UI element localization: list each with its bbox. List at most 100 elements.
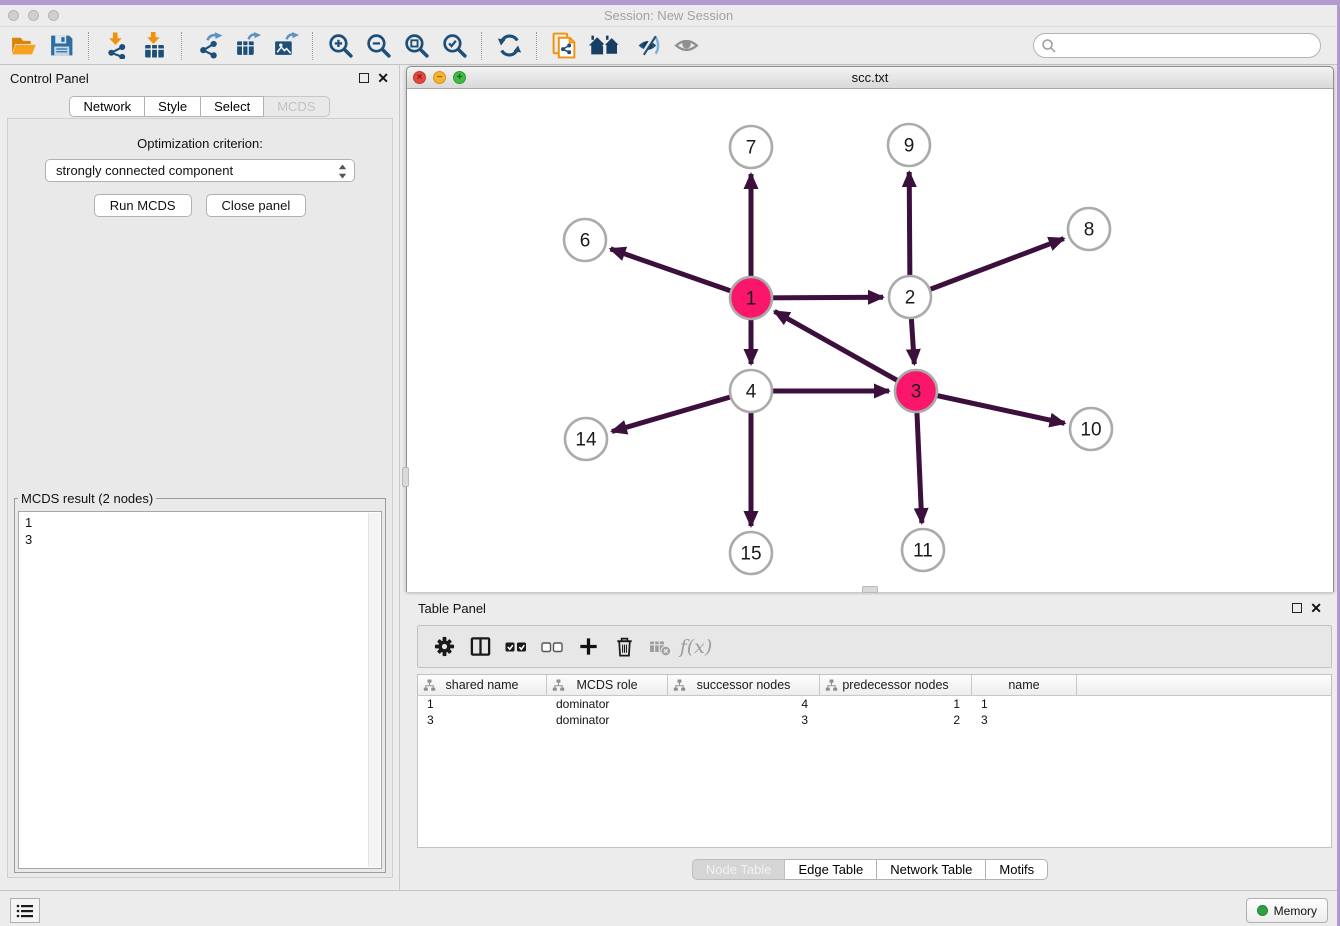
save-session-button[interactable]	[45, 30, 77, 62]
optimization-criterion-label: Optimization criterion:	[8, 136, 392, 151]
table-row[interactable]: 1dominator411	[418, 696, 1331, 712]
status-bar: Memory	[0, 890, 1337, 926]
control-panel-title: Control Panel	[10, 71, 89, 86]
tab-select[interactable]: Select	[201, 96, 264, 117]
export-image-button[interactable]	[269, 30, 301, 62]
graph-node-label: 3	[911, 382, 922, 403]
graph-edge[interactable]	[775, 311, 917, 391]
column-header-name[interactable]: name	[972, 675, 1077, 695]
network-graph[interactable]: 7968124314101511	[407, 89, 1333, 592]
graph-edge[interactable]	[611, 249, 752, 298]
graph-node-label: 4	[746, 382, 757, 403]
mcds-panel: Optimization criterion: strongly connect…	[7, 118, 393, 878]
import-network-button[interactable]	[100, 30, 132, 62]
tab-mcds[interactable]: MCDS	[264, 96, 329, 117]
select-all-button[interactable]	[498, 629, 534, 665]
graph-edge[interactable]	[910, 239, 1064, 297]
task-history-button[interactable]	[10, 898, 40, 923]
tab-edge-table[interactable]: Edge Table	[785, 859, 877, 880]
table-cell[interactable]: 1	[820, 697, 972, 711]
graph-node-label: 2	[905, 288, 916, 309]
table-cell[interactable]: 3	[972, 713, 1077, 727]
list-icon	[16, 903, 34, 919]
home-button[interactable]	[586, 30, 626, 62]
mcds-result-box: MCDS result (2 nodes) 13	[14, 491, 386, 873]
graph-node-label: 8	[1084, 220, 1095, 241]
table-cell[interactable]: 4	[668, 697, 820, 711]
refresh-network-button[interactable]	[493, 30, 525, 62]
close-panel-button[interactable]: ✕	[377, 73, 389, 83]
column-header-shared-name[interactable]: shared name	[418, 675, 547, 695]
network-canvas[interactable]: 7968124314101511	[407, 89, 1333, 592]
open-session-button[interactable]	[7, 30, 39, 62]
zoom-selected-button[interactable]	[438, 30, 470, 62]
tab-network[interactable]: Network	[69, 96, 145, 117]
close-table-panel-button[interactable]: ✕	[1310, 603, 1322, 613]
delete-table-icon	[648, 635, 672, 659]
graph-edge[interactable]	[916, 391, 1065, 423]
column-type-icon	[825, 679, 838, 695]
node-table-body: 1dominator4113dominator323	[418, 696, 1331, 728]
delete-column-button[interactable]	[606, 629, 642, 665]
float-panel-button[interactable]	[359, 73, 369, 83]
table-cell[interactable]: 3	[418, 713, 547, 727]
float-table-panel-button[interactable]	[1292, 603, 1302, 613]
table-cell[interactable]: dominator	[547, 697, 668, 711]
export-network-button[interactable]	[193, 30, 225, 62]
hide-network-view-button[interactable]	[632, 30, 664, 62]
chevron-up-down-icon	[338, 164, 347, 182]
close-panel-button-2[interactable]: Close panel	[206, 194, 307, 217]
export-image-icon	[272, 32, 299, 59]
toolbar-separator	[536, 32, 537, 60]
table-panel-title: Table Panel	[418, 601, 486, 616]
export-table-button[interactable]	[231, 30, 263, 62]
hide-eye-icon	[635, 32, 662, 59]
checked-boxes-icon	[504, 635, 528, 659]
tab-network-table[interactable]: Network Table	[877, 859, 986, 880]
column-header-successor-nodes[interactable]: successor nodes	[668, 675, 820, 695]
memory-button[interactable]: Memory	[1246, 898, 1328, 923]
table-panel: Table Panel ✕	[406, 595, 1334, 888]
import-table-button[interactable]	[138, 30, 170, 62]
table-settings-button[interactable]	[426, 629, 462, 665]
eye-icon	[673, 32, 700, 59]
clone-network-button[interactable]	[548, 30, 580, 62]
zoom-fit-button[interactable]	[400, 30, 432, 62]
table-cell[interactable]: dominator	[547, 713, 668, 727]
tab-node-table[interactable]: Node Table	[692, 859, 786, 880]
table-row[interactable]: 3dominator323	[418, 712, 1331, 728]
search-input[interactable]	[1061, 36, 1320, 56]
graph-node-label: 9	[904, 136, 915, 157]
delete-table-button[interactable]	[642, 629, 678, 665]
zoom-selected-icon	[441, 32, 468, 59]
search-box[interactable]	[1033, 33, 1321, 58]
criterion-select[interactable]: strongly connected component	[45, 159, 355, 182]
graph-node-label: 6	[580, 231, 591, 252]
show-network-view-button[interactable]	[670, 30, 702, 62]
show-column-panel-button[interactable]	[462, 629, 498, 665]
table-cell[interactable]: 1	[418, 697, 547, 711]
graph-node-label: 10	[1080, 420, 1101, 441]
vertical-splitter-grip[interactable]	[402, 467, 409, 487]
table-cell[interactable]: 3	[668, 713, 820, 727]
mcds-result-area[interactable]: 13	[18, 511, 382, 869]
save-icon	[48, 32, 75, 59]
column-header-MCDS-role[interactable]: MCDS role	[547, 675, 668, 695]
table-cell[interactable]: 2	[820, 713, 972, 727]
zoom-out-button[interactable]	[362, 30, 394, 62]
run-mcds-button[interactable]: Run MCDS	[94, 194, 192, 217]
mcds-result-line: 3	[25, 531, 375, 548]
function-builder-button[interactable]: f(x)	[678, 629, 714, 665]
add-column-button[interactable]	[570, 629, 606, 665]
tab-style[interactable]: Style	[145, 96, 201, 117]
zoom-in-button[interactable]	[324, 30, 356, 62]
tab-motifs[interactable]: Motifs	[986, 859, 1048, 880]
split-columns-icon	[469, 635, 492, 658]
deselect-all-button[interactable]	[534, 629, 570, 665]
table-cell[interactable]: 1	[972, 697, 1077, 711]
trash-icon	[613, 635, 636, 658]
horizontal-splitter-grip[interactable]	[862, 586, 878, 593]
column-header-predecessor-nodes[interactable]: predecessor nodes	[820, 675, 972, 695]
memory-label: Memory	[1274, 904, 1317, 918]
result-scrollbar[interactable]	[368, 513, 380, 867]
